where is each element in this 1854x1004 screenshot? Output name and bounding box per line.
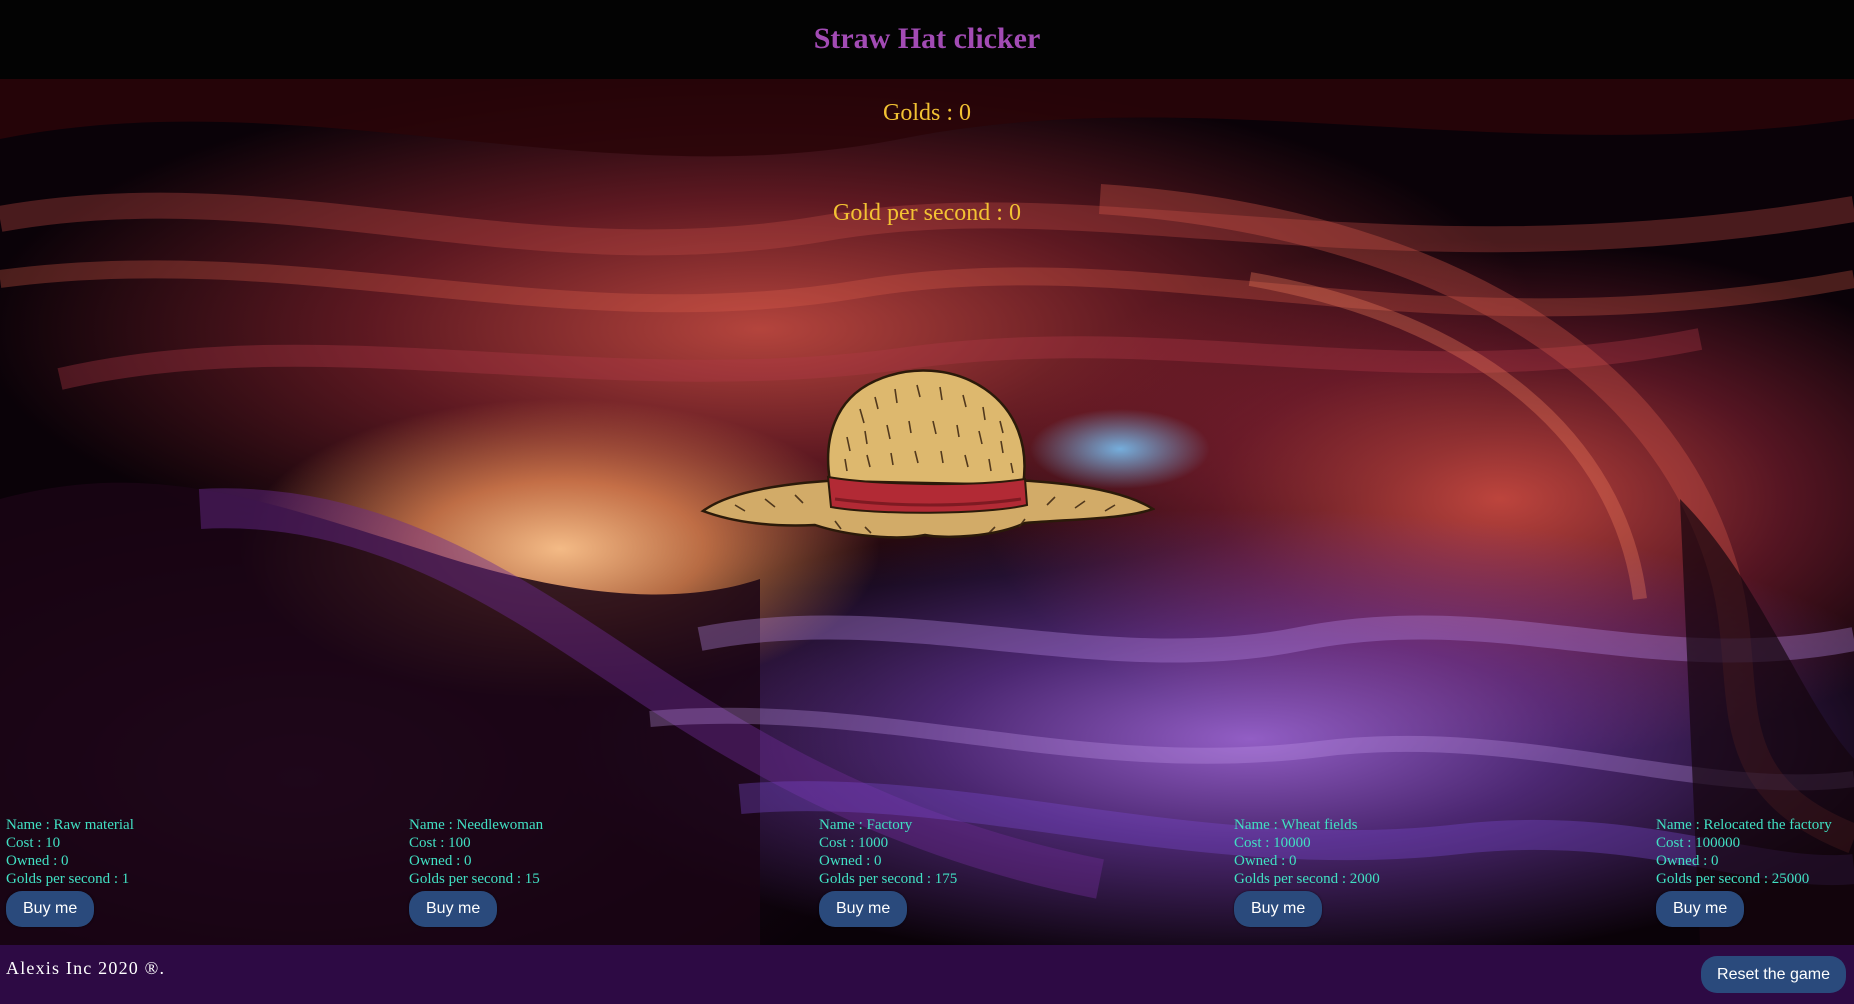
buy-factory-button[interactable]: Buy me [819,891,908,927]
item-cost: Cost : 100000 [1656,835,1741,851]
buy-wheat-fields-button[interactable]: Buy me [1234,891,1323,927]
buy-raw-material-button[interactable]: Buy me [6,891,95,927]
item-name: Name : Factory [819,817,913,833]
buy-relocated-factory-button[interactable]: Buy me [1656,891,1745,927]
item-gps: Golds per second : 175 [819,871,958,887]
straw-hat-icon[interactable] [695,359,1156,559]
item-cost: Cost : 10000 [1234,835,1311,851]
item-name: Name : Needlewoman [409,817,544,833]
item-cost: Cost : 10 [6,835,61,851]
item-name: Name : Raw material [6,817,134,833]
reset-game-button[interactable]: Reset the game [1701,956,1846,993]
item-gps: Golds per second : 15 [409,871,540,887]
item-cost: Cost : 100 [409,835,471,851]
item-gps: Golds per second : 25000 [1656,871,1810,887]
item-owned: Owned : 0 [819,853,882,869]
shop-item-raw-material: Name : Raw material Cost : 10 Owned : 0 … [6,816,134,927]
page-title: Straw Hat clicker [813,21,1041,55]
copyright-text: Alexis Inc 2020 ®. [6,958,166,978]
shop-item-relocated-factory: Name : Relocated the factory Cost : 1000… [1656,816,1832,927]
gold-per-second-counter: Gold per second : 0 [833,200,1021,226]
item-gps: Golds per second : 2000 [1234,871,1380,887]
golds-counter: Golds : 0 [882,100,971,126]
item-name: Name : Relocated the factory [1656,817,1832,833]
item-cost: Cost : 1000 [819,835,889,851]
shop: Name : Raw material Cost : 10 Owned : 0 … [0,816,1854,936]
item-owned: Owned : 0 [1234,853,1297,869]
shop-item-needlewoman: Name : Needlewoman Cost : 100 Owned : 0 … [409,816,543,927]
shop-item-wheat-fields: Name : Wheat fields Cost : 10000 Owned :… [1234,816,1380,927]
item-owned: Owned : 0 [409,853,472,869]
item-owned: Owned : 0 [6,853,69,869]
item-owned: Owned : 0 [1656,853,1719,869]
straw-hat-icon[interactable] [695,359,1156,559]
game-area: Golds : 0 Gold per second : 0 Name : Raw… [0,79,1854,945]
buy-needlewoman-button[interactable]: Buy me [409,891,498,927]
item-gps: Golds per second : 1 [6,871,130,887]
item-name: Name : Wheat fields [1234,817,1358,833]
shop-item-factory: Name : Factory Cost : 1000 Owned : 0 Gol… [819,816,957,927]
header-bar: Straw Hat clicker [0,0,1854,79]
footer: Alexis Inc 2020 ®. Reset the game [0,945,1854,1004]
